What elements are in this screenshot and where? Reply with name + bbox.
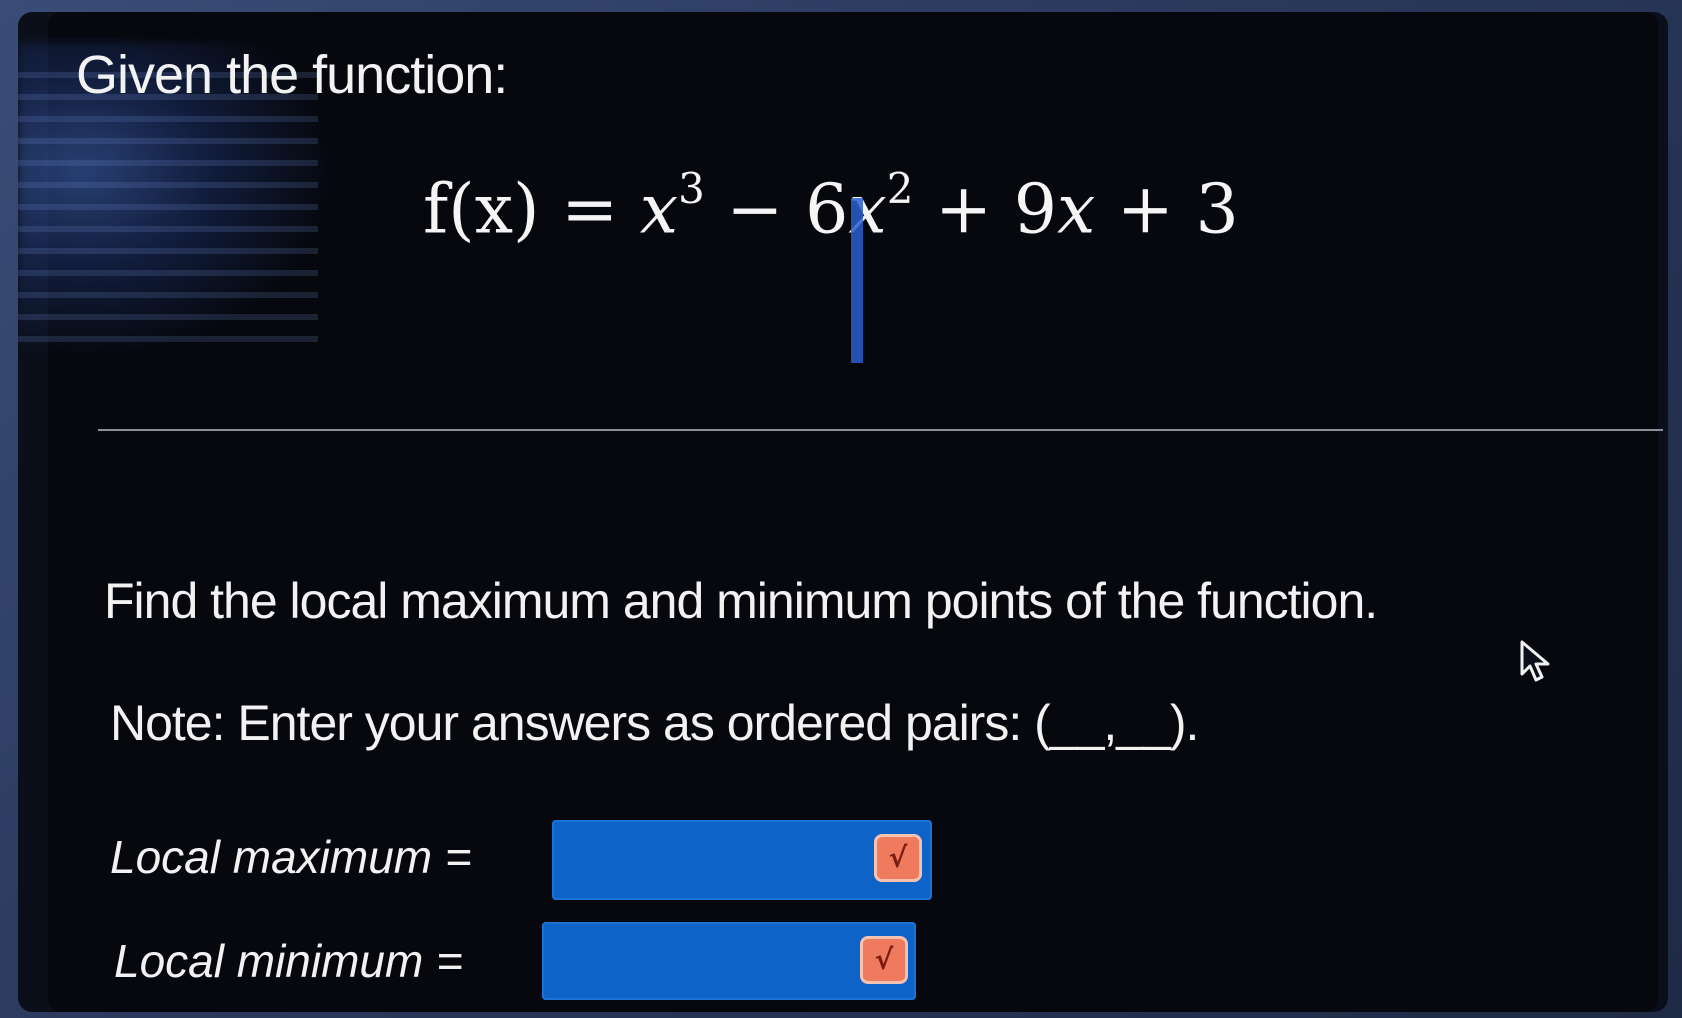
formula-term4: 3 [1195, 170, 1239, 250]
sqrt-icon[interactable]: √ [860, 936, 908, 984]
question-title: Given the function: [76, 45, 508, 105]
function-formula: f(x) = x3 − 6x2 + 9x + 3 [423, 164, 1239, 250]
question-prompt: Find the local maximum and minimum point… [104, 573, 1378, 629]
text-cursor-bar [851, 198, 863, 363]
answer-format-note: Note: Enter your answers as ordered pair… [110, 695, 1199, 751]
formula-lhs: f(x) = [423, 170, 640, 250]
formula-term3-var: x [1056, 170, 1096, 250]
formula-op3: + [1095, 170, 1196, 250]
local-maximum-label: Local maximum = [110, 831, 472, 883]
section-divider [98, 429, 1663, 431]
formula-op2: + [913, 170, 1014, 250]
formula-term1-exp: 3 [678, 164, 705, 213]
formula-term3-coef: 9 [1013, 170, 1057, 250]
formula-term1-var: x [639, 170, 679, 250]
formula-op1: − [704, 170, 806, 250]
screen-glare-lines [18, 72, 318, 352]
formula-term2-exp: 2 [886, 164, 914, 213]
cursor-arrow-icon [1520, 640, 1550, 682]
formula-term2-coef: 6 [805, 170, 849, 250]
screen: Given the function: f(x) = x3 − 6x2 + 9x… [18, 12, 1668, 1012]
sqrt-icon[interactable]: √ [874, 834, 922, 882]
local-minimum-label: Local minimum = [114, 935, 463, 987]
